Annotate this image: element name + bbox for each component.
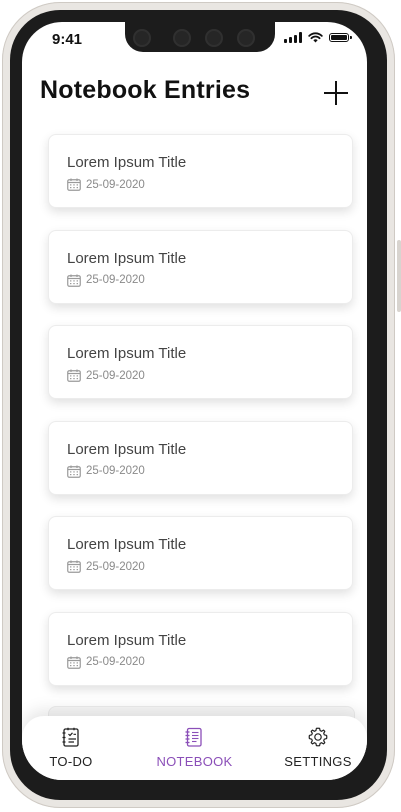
entry-title: Lorem Ipsum Title xyxy=(67,249,187,267)
entry-title: Lorem Ipsum Title xyxy=(67,631,187,649)
side-button xyxy=(397,240,401,312)
todo-icon xyxy=(62,727,79,747)
entry-card[interactable]: Lorem Ipsum Title 25-09-2020 xyxy=(48,134,353,208)
entry-date: 25-09-2020 xyxy=(86,274,145,287)
notebook-icon xyxy=(185,727,203,747)
entries-list: Lorem Ipsum Title 25-09-2020 Lorem Ipsum… xyxy=(48,134,353,708)
page-title: Notebook Entries xyxy=(40,76,251,104)
calendar-icon xyxy=(67,560,81,574)
entry-card[interactable]: Lorem Ipsum Title 25-09-2020 xyxy=(48,611,353,686)
entry-date-row: 25-09-2020 xyxy=(67,560,145,574)
entry-card[interactable]: Lorem Ipsum Title 25-09-2020 xyxy=(48,516,353,591)
phone-frame: 9:41 Notebook Entries Lorem Ipsum Title xyxy=(2,2,401,808)
calendar-icon xyxy=(67,656,81,669)
calendar-icon xyxy=(67,465,81,478)
entry-date: 25-09-2020 xyxy=(86,560,145,573)
entry-date: 25-09-2020 xyxy=(86,656,145,669)
battery-icon xyxy=(329,33,352,42)
calendar-icon xyxy=(67,369,81,383)
tab-notebook[interactable]: NOTEBOOK xyxy=(156,716,232,780)
entry-title: Lorem Ipsum Title xyxy=(67,154,187,171)
tab-label: TO-DO xyxy=(49,754,93,769)
entry-date-row: 25-09-2020 xyxy=(67,274,145,287)
entry-card[interactable]: Lorem Ipsum Title 25-09-2020 xyxy=(48,325,353,400)
entry-date: 25-09-2020 xyxy=(86,369,145,382)
calendar-icon xyxy=(67,274,81,287)
sensor-icon xyxy=(205,29,223,47)
tab-label: SETTINGS xyxy=(284,754,352,769)
tab-settings[interactable]: SETTINGS xyxy=(283,716,353,780)
entry-date: 25-09-2020 xyxy=(86,465,145,478)
cellular-signal-icon xyxy=(284,32,302,43)
entry-card[interactable]: Lorem Ipsum Title 25-09-2020 xyxy=(48,420,353,495)
entry-title: Lorem Ipsum Title xyxy=(67,536,187,554)
entry-date-row: 25-09-2020 xyxy=(67,465,145,478)
tab-label: NOTEBOOK xyxy=(156,754,233,769)
status-icons xyxy=(284,32,352,43)
entry-date-row: 25-09-2020 xyxy=(67,656,145,669)
status-time: 9:41 xyxy=(52,31,83,48)
add-entry-button[interactable] xyxy=(323,80,349,106)
phone-bezel: 9:41 Notebook Entries Lorem Ipsum Title xyxy=(10,10,387,800)
camera-notch xyxy=(125,22,275,52)
entry-date-row: 25-09-2020 xyxy=(67,369,145,383)
entry-card[interactable]: Lorem Ipsum Title 25-09-2020 xyxy=(48,229,353,304)
calendar-icon xyxy=(67,178,81,191)
entry-date-row: 25-09-2020 xyxy=(67,178,145,191)
screen: 9:41 Notebook Entries Lorem Ipsum Title xyxy=(22,22,367,780)
gear-icon xyxy=(308,727,328,747)
tab-todo[interactable]: TO-DO xyxy=(36,716,106,780)
wifi-icon xyxy=(308,32,323,43)
sensor-icon xyxy=(173,29,191,47)
sensor-icon xyxy=(237,29,255,47)
camera-lens-icon xyxy=(133,29,151,47)
entry-date: 25-09-2020 xyxy=(86,178,145,191)
entry-title: Lorem Ipsum Title xyxy=(67,440,187,458)
entry-title: Lorem Ipsum Title xyxy=(67,345,187,363)
bottom-tab-bar: TO-DO NOTEBOOK SETTINGS xyxy=(22,716,367,780)
